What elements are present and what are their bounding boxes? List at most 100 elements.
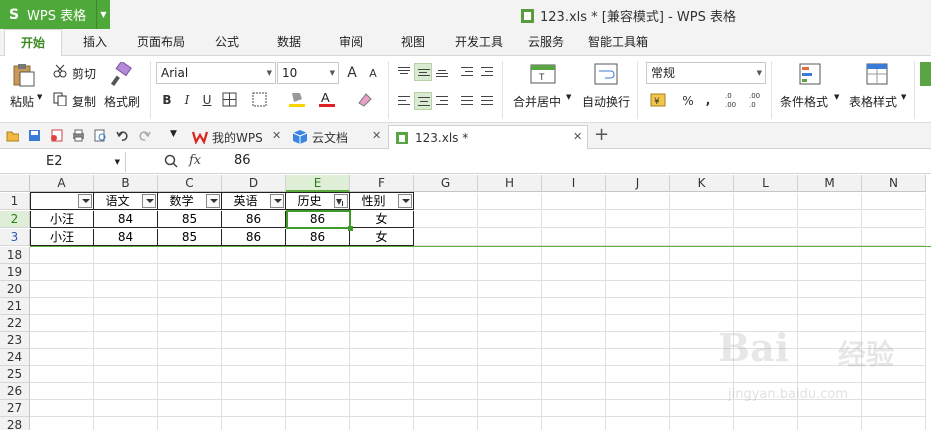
- column-header-c[interactable]: C: [158, 175, 222, 192]
- grid-cell[interactable]: [606, 193, 670, 210]
- font-size-select[interactable]: 10 ▼: [277, 62, 339, 84]
- grid-cell[interactable]: [862, 332, 926, 349]
- conditional-format-icon[interactable]: [798, 62, 822, 86]
- grid-cell[interactable]: [286, 332, 350, 349]
- grid-cell[interactable]: [542, 400, 606, 417]
- grid-cell[interactable]: [414, 264, 478, 281]
- grid-cell[interactable]: [862, 193, 926, 210]
- grid-cell[interactable]: [350, 315, 414, 332]
- grid-cell[interactable]: [734, 417, 798, 430]
- grid-cell[interactable]: [798, 417, 862, 430]
- print-icon[interactable]: [72, 129, 85, 142]
- row-header-21[interactable]: 21: [0, 298, 30, 315]
- grid-cell[interactable]: [222, 383, 286, 400]
- data-cell[interactable]: 85: [158, 229, 222, 246]
- grid-cell[interactable]: [350, 281, 414, 298]
- grid-cell[interactable]: [670, 400, 734, 417]
- export-pdf-icon[interactable]: [50, 129, 63, 142]
- grid-cell[interactable]: [798, 229, 862, 246]
- chevron-down-icon[interactable]: ▼: [566, 93, 571, 101]
- grid-cell[interactable]: [158, 298, 222, 315]
- header-cell[interactable]: 数学: [158, 192, 222, 210]
- grid-cell[interactable]: [606, 332, 670, 349]
- grid-cell[interactable]: [286, 417, 350, 430]
- table-style-icon[interactable]: [865, 62, 891, 86]
- grid-cell[interactable]: [30, 298, 94, 315]
- row-header-18[interactable]: 18: [0, 247, 30, 264]
- grid-cell[interactable]: [862, 281, 926, 298]
- font-shrink-button[interactable]: A: [364, 65, 382, 83]
- wrap-text-button[interactable]: 自动换行: [582, 93, 630, 110]
- grid-cell[interactable]: [606, 366, 670, 383]
- grid-cell[interactable]: [798, 315, 862, 332]
- align-top-icon[interactable]: [395, 63, 413, 81]
- grid-cell[interactable]: [222, 298, 286, 315]
- align-right-icon[interactable]: [433, 92, 451, 110]
- select-all-corner[interactable]: [0, 175, 30, 192]
- data-cell[interactable]: 86: [286, 229, 350, 246]
- grid-cell[interactable]: [734, 332, 798, 349]
- row-header-23[interactable]: 23: [0, 332, 30, 349]
- row-header-1[interactable]: 1: [0, 193, 30, 210]
- grid-cell[interactable]: [798, 383, 862, 400]
- grid-cell[interactable]: [798, 366, 862, 383]
- grid-cell[interactable]: [670, 366, 734, 383]
- grid-cell[interactable]: [350, 366, 414, 383]
- column-header-e[interactable]: E: [286, 175, 350, 192]
- grid-cell[interactable]: [734, 315, 798, 332]
- data-cell[interactable]: 86: [222, 211, 286, 228]
- grid-cell[interactable]: [862, 366, 926, 383]
- tab-formula[interactable]: 公式: [206, 29, 248, 56]
- function-fx-button[interactable]: fx: [189, 153, 201, 168]
- grid-cell[interactable]: [94, 332, 158, 349]
- grid-cell[interactable]: [94, 298, 158, 315]
- grid-cell[interactable]: [798, 193, 862, 210]
- data-cell[interactable]: 小汪: [30, 211, 94, 228]
- grid-cell[interactable]: [606, 247, 670, 264]
- grid-cell[interactable]: [286, 383, 350, 400]
- justify-icon[interactable]: [458, 92, 476, 110]
- redo-icon[interactable]: [138, 129, 151, 142]
- grid-cell[interactable]: [734, 193, 798, 210]
- grid-cell[interactable]: [542, 349, 606, 366]
- merge-center-icon[interactable]: T: [530, 62, 556, 86]
- grid-cell[interactable]: [286, 281, 350, 298]
- column-header-k[interactable]: K: [670, 175, 734, 192]
- data-cell[interactable]: 85: [158, 211, 222, 228]
- tab-home[interactable]: 开始: [4, 29, 62, 57]
- grid-cell[interactable]: [158, 383, 222, 400]
- grid-cell[interactable]: [670, 281, 734, 298]
- grid-cell[interactable]: [862, 315, 926, 332]
- grid-cell[interactable]: [478, 349, 542, 366]
- align-bottom-icon[interactable]: [433, 63, 451, 81]
- underline-button[interactable]: U: [198, 91, 216, 109]
- grid-cell[interactable]: [478, 281, 542, 298]
- grid-cell[interactable]: [350, 298, 414, 315]
- bold-button[interactable]: B: [158, 91, 176, 109]
- grid-cell[interactable]: [734, 383, 798, 400]
- column-header-m[interactable]: M: [798, 175, 862, 192]
- tab-developer[interactable]: 开发工具: [448, 29, 510, 56]
- grid-cell[interactable]: [670, 315, 734, 332]
- new-tab-plus-icon[interactable]: +: [594, 124, 609, 145]
- grid-cell[interactable]: [606, 264, 670, 281]
- data-cell[interactable]: 86: [222, 229, 286, 246]
- grid-cell[interactable]: [222, 417, 286, 430]
- distribute-icon[interactable]: [478, 92, 496, 110]
- name-box[interactable]: E2 ▼: [0, 152, 126, 172]
- grid-cell[interactable]: [350, 264, 414, 281]
- grid-cell[interactable]: [862, 264, 926, 281]
- grid-cell[interactable]: [414, 332, 478, 349]
- chevron-down-icon[interactable]: ▼: [96, 0, 110, 29]
- chevron-down-icon[interactable]: ▼: [901, 93, 906, 101]
- data-cell[interactable]: 84: [94, 229, 158, 246]
- header-cell[interactable]: [30, 192, 94, 210]
- clear-format-icon[interactable]: [356, 91, 374, 109]
- grid-cell[interactable]: [94, 281, 158, 298]
- grid-cell[interactable]: [734, 298, 798, 315]
- column-header-a[interactable]: A: [30, 175, 94, 192]
- font-name-select[interactable]: Arial ▼: [156, 62, 276, 84]
- grid-cell[interactable]: [670, 211, 734, 228]
- grid-cell[interactable]: [222, 400, 286, 417]
- grid-cell[interactable]: [158, 332, 222, 349]
